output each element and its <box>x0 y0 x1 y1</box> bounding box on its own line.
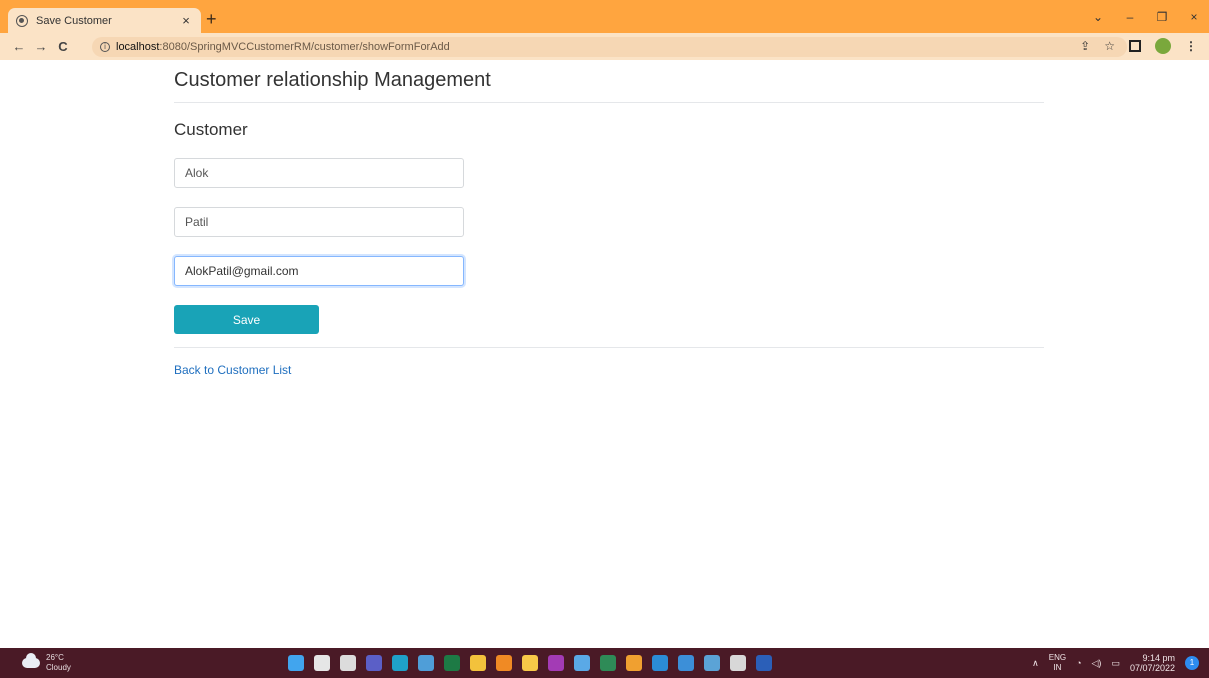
profile-avatar-icon[interactable] <box>1155 38 1171 54</box>
bookmark-star-icon[interactable]: ☆ <box>1104 39 1115 53</box>
battery-icon[interactable]: ▭ <box>1111 658 1120 669</box>
url-host: localhost <box>116 41 160 53</box>
tab-search-chevron-icon[interactable]: ⌄ <box>1091 10 1105 24</box>
menu-kebab-icon[interactable]: ⋮ <box>1185 39 1197 53</box>
skype-icon[interactable] <box>652 655 668 671</box>
clock-date: 07/07/2022 <box>1129 663 1175 673</box>
excel-2-icon[interactable] <box>600 655 616 671</box>
weather-condition: Cloudy <box>46 663 71 672</box>
notepad-icon[interactable] <box>574 655 590 671</box>
content-container: Customer relationship Management Custome… <box>174 60 1044 379</box>
page-title: Customer relationship Management <box>174 69 491 91</box>
word-icon[interactable] <box>756 655 772 671</box>
taskbar-apps <box>288 655 772 671</box>
teams-chat-icon[interactable] <box>366 655 382 671</box>
photos-icon[interactable] <box>418 655 434 671</box>
lang-bottom: IN <box>1053 663 1062 672</box>
browser-titlebar: Save Customer × + ⌄ – ❐ × <box>0 0 1209 33</box>
remote-desktop-icon[interactable] <box>704 655 720 671</box>
taskbar: 26°C Cloudy ∧ ENG IN ◔ ◁) ▭ 9:14 pm 07/0… <box>0 648 1209 678</box>
search-icon[interactable] <box>314 655 330 671</box>
clock[interactable]: 9:14 pm 07/07/2022 <box>1130 653 1175 673</box>
globe-icon <box>16 14 28 27</box>
tab-close-button[interactable]: × <box>179 13 193 28</box>
last-name-field[interactable] <box>174 207 464 237</box>
weather-widget[interactable]: 26°C Cloudy <box>22 653 71 673</box>
email-field[interactable] <box>174 256 464 286</box>
minimize-button[interactable]: – <box>1123 10 1137 24</box>
tray-chevron-icon[interactable]: ∧ <box>1032 658 1039 669</box>
new-tab-button[interactable]: + <box>206 10 217 28</box>
excel-icon[interactable] <box>444 655 460 671</box>
media-icon[interactable] <box>548 655 564 671</box>
save-button[interactable]: Save <box>174 305 319 334</box>
form-heading: Customer <box>174 120 248 139</box>
system-tray: ∧ ENG IN ◔ ◁) ▭ 9:14 pm 07/07/2022 1 <box>1032 653 1199 673</box>
lang-top: ENG <box>1048 653 1067 662</box>
divider <box>174 102 1044 103</box>
url-path: :8080/SpringMVCCustomerRM/customer/showF… <box>159 41 450 53</box>
back-arrow-icon[interactable]: ← <box>8 39 30 54</box>
tab-title: Save Customer <box>36 14 112 27</box>
restore-button[interactable]: ❐ <box>1155 10 1169 24</box>
task-view-icon[interactable] <box>340 655 356 671</box>
side-panel-icon[interactable] <box>1129 40 1141 52</box>
reload-icon[interactable]: C <box>52 39 74 54</box>
terminal-icon[interactable] <box>678 655 694 671</box>
notification-badge[interactable]: 1 <box>1185 656 1199 670</box>
edge-icon[interactable] <box>392 655 408 671</box>
language-indicator[interactable]: ENG IN <box>1049 653 1066 673</box>
start-icon[interactable] <box>288 655 304 671</box>
share-icon[interactable]: ⇪ <box>1080 39 1090 53</box>
settings-icon[interactable] <box>730 655 746 671</box>
window-controls: ⌄ – ❐ × <box>1091 10 1201 24</box>
back-to-list-link[interactable]: Back to Customer List <box>174 363 291 377</box>
wifi-icon[interactable]: ◔ <box>1076 658 1081 668</box>
divider <box>174 347 1044 348</box>
volume-icon[interactable]: ◁) <box>1092 658 1102 669</box>
chrome-icon[interactable] <box>496 655 512 671</box>
clock-time: 9:14 pm <box>1142 653 1175 663</box>
toolbar-actions: ⇪ ☆ ⋮ <box>1080 38 1197 54</box>
file-explorer-icon[interactable] <box>470 655 486 671</box>
address-bar[interactable]: i localhost:8080/SpringMVCCustomerRM/cus… <box>92 37 1127 57</box>
weather-temp: 26°C <box>46 653 64 662</box>
forward-arrow-icon[interactable]: → <box>30 39 52 54</box>
store-icon[interactable] <box>522 655 538 671</box>
cloud-icon <box>22 653 40 668</box>
browser-tab[interactable]: Save Customer × <box>8 8 201 33</box>
first-name-field[interactable] <box>174 158 464 188</box>
close-window-button[interactable]: × <box>1187 10 1201 24</box>
eclipse-icon[interactable] <box>626 655 642 671</box>
page-viewport: Customer relationship Management Custome… <box>0 60 1209 648</box>
info-icon[interactable]: i <box>100 42 110 52</box>
